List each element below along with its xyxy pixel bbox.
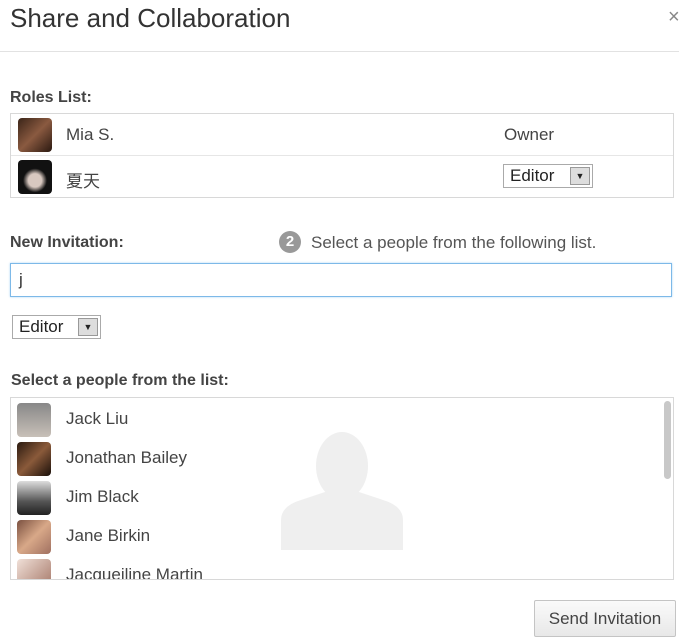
invite-input-value: j (19, 270, 23, 289)
person-name: Jonathan Bailey (66, 448, 187, 467)
avatar (17, 442, 51, 476)
role-select[interactable]: Editor ▼ (503, 164, 593, 188)
list-item[interactable]: Jacqueiline Martin (11, 556, 651, 580)
role-name: Mia S. (66, 125, 115, 144)
scrollbar[interactable] (664, 401, 671, 479)
person-name: Jack Liu (66, 409, 129, 428)
person-name: Jacqueiline Martin (66, 565, 204, 580)
person-name: Jim Black (66, 487, 139, 506)
dialog-title: Share and Collaboration (10, 3, 291, 33)
role-select-value: Editor (510, 166, 555, 185)
people-list: Jack Liu Jonathan Bailey Jim Black Jane … (10, 397, 674, 580)
new-invitation-label: New Invitation: (10, 234, 124, 251)
send-invitation-button[interactable]: Send Invitation (534, 600, 676, 637)
roles-list: Mia S. Owner 夏天 Editor ▼ (10, 113, 674, 198)
list-item[interactable]: Jonathan Bailey (11, 439, 651, 478)
invite-input[interactable]: j (10, 263, 672, 297)
step-hint: Select a people from the following list. (311, 233, 597, 252)
divider (0, 51, 679, 52)
role-name: 夏天 (66, 172, 100, 191)
role-row: 夏天 Editor ▼ (11, 155, 673, 197)
invite-role-value: Editor (19, 317, 64, 336)
invite-role-select[interactable]: Editor ▼ (12, 315, 101, 339)
step-badge: 2 (279, 231, 301, 253)
close-icon[interactable]: × (668, 6, 679, 29)
avatar (17, 559, 51, 579)
role-row: Mia S. Owner (11, 114, 673, 155)
avatar (18, 160, 52, 194)
chevron-down-icon: ▼ (570, 167, 590, 185)
chevron-down-icon: ▼ (78, 318, 98, 336)
list-item[interactable]: Jane Birkin (11, 517, 651, 556)
list-item[interactable]: Jim Black (11, 478, 651, 517)
list-item[interactable]: Jack Liu (11, 400, 651, 439)
role-value: Owner (504, 125, 555, 144)
people-list-label: Select a people from the list: (11, 372, 229, 389)
avatar (17, 481, 51, 515)
roles-list-label: Roles List: (10, 89, 92, 106)
avatar (17, 403, 51, 437)
avatar (17, 520, 51, 554)
avatar (18, 118, 52, 152)
person-name: Jane Birkin (66, 526, 151, 545)
